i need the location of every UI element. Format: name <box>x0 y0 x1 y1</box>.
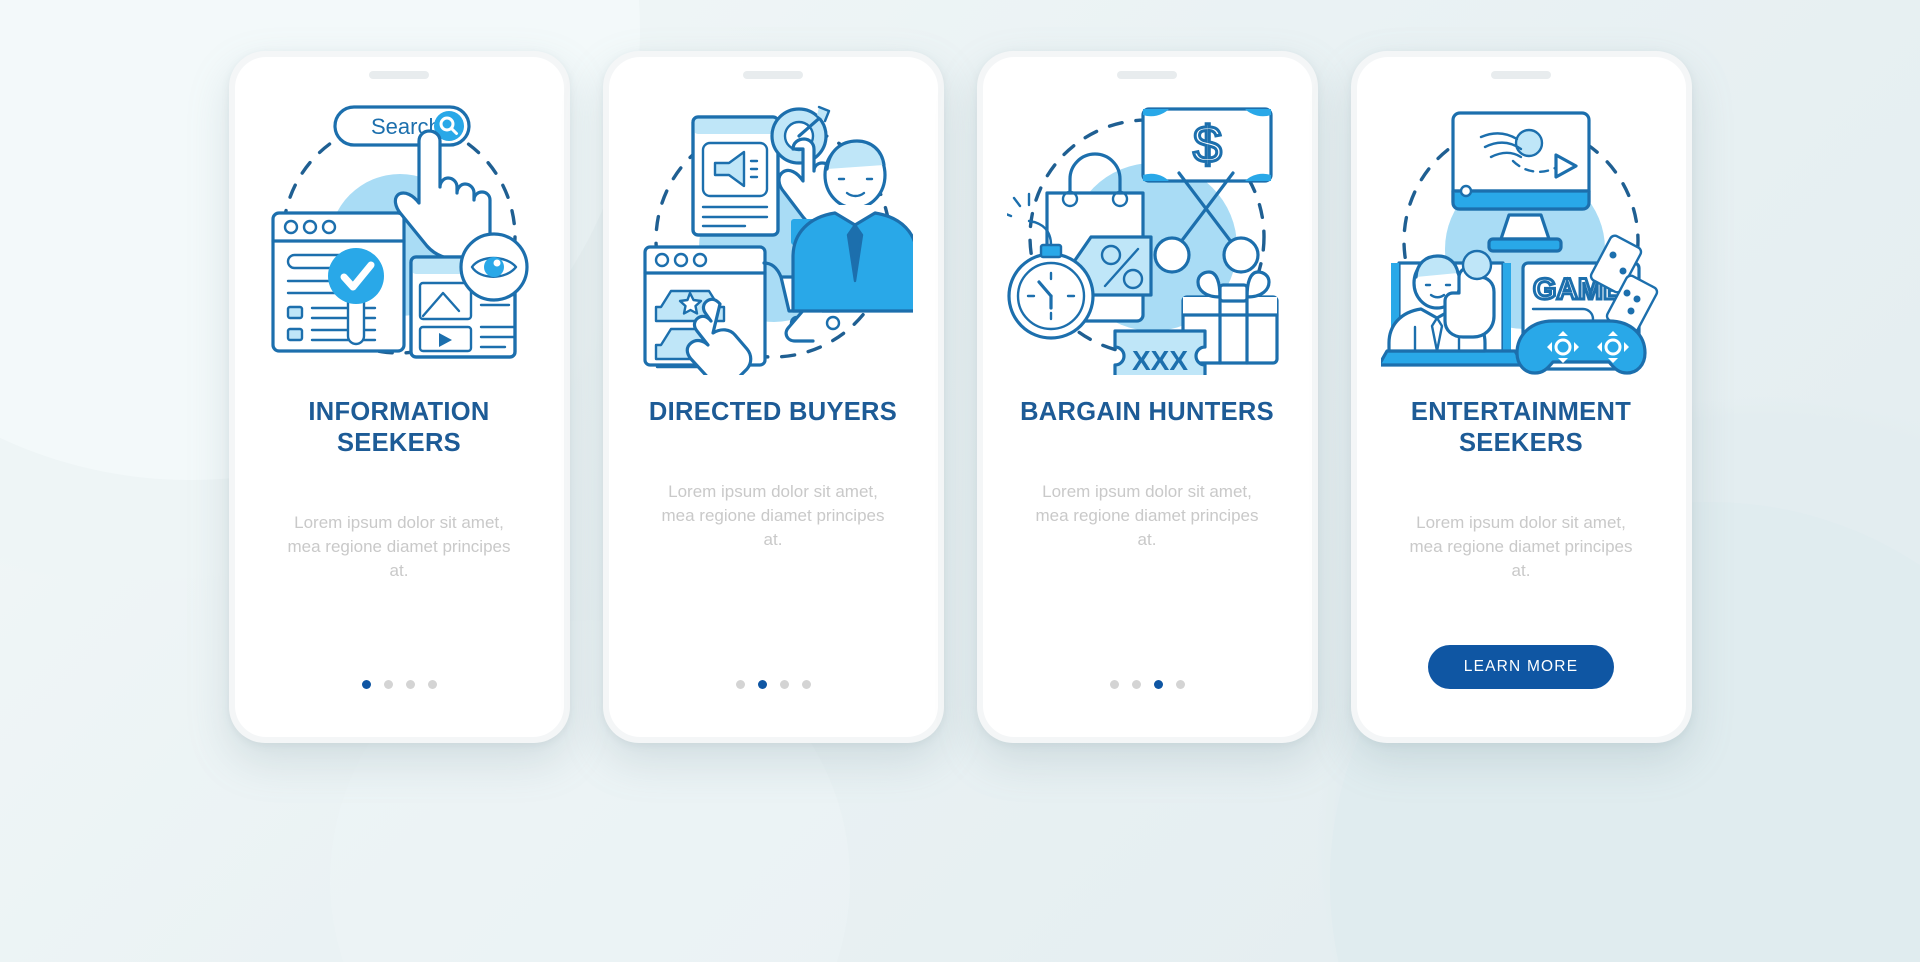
screen-body-text: Lorem ipsum dolor sit amet, mea regione … <box>1035 482 1259 550</box>
phone-card-directed-buyers[interactable]: $ <box>602 51 944 743</box>
pagination-dot-3[interactable] <box>779 680 789 689</box>
screen-footer <box>735 680 811 689</box>
screen-footer <box>1109 680 1185 689</box>
illustration-discount-sale: $ XXX <box>1007 95 1287 375</box>
screen-information-seekers: Search INFORMATION SEEKERS Lorem ipsum d… <box>234 57 564 737</box>
svg-text:XXX: XXX <box>1132 345 1188 375</box>
pagination-dot-2[interactable] <box>383 680 393 689</box>
screen-directed-buyers: $ <box>608 57 938 737</box>
screen-title: ENTERTAINMENT SEEKERS <box>1410 398 1632 458</box>
phone-speaker-grille <box>743 71 803 79</box>
screen-title: BARGAIN HUNTERS <box>1020 398 1274 426</box>
phone-speaker-grille <box>1491 71 1551 79</box>
screen-entertainment-seekers: GAME ENTERTAINMENT SEEKERS Lorem ipsum d… <box>1356 57 1686 737</box>
phone-card-list: Search INFORMATION SEEKERS Lorem ipsum d… <box>0 0 1920 743</box>
screen-footer <box>361 680 437 689</box>
screen-footer: LEARN MORE <box>1427 645 1615 689</box>
screen-title: DIRECTED BUYERS <box>648 398 898 426</box>
phone-card-entertainment-seekers[interactable]: GAME ENTERTAINMENT SEEKERS Lorem ipsum d… <box>1350 51 1692 743</box>
pagination-dots[interactable] <box>735 680 811 689</box>
pagination-dot-3[interactable] <box>405 680 415 689</box>
pagination-dots[interactable] <box>1109 680 1185 689</box>
pagination-dots[interactable] <box>361 680 437 689</box>
illustration-search-browsing: Search <box>259 95 539 375</box>
screen-body-text: Lorem ipsum dolor sit amet, mea regione … <box>1409 513 1633 581</box>
pagination-dot-4[interactable] <box>1175 680 1185 689</box>
phone-speaker-grille <box>369 71 429 79</box>
pagination-dot-2[interactable] <box>757 680 767 689</box>
pagination-dot-4[interactable] <box>801 680 811 689</box>
phone-card-bargain-hunters[interactable]: $ XXX BARGAIN HUNTERS Lorem ipsum dolor … <box>976 51 1318 743</box>
pagination-dot-1[interactable] <box>735 680 745 689</box>
pagination-dot-1[interactable] <box>361 680 371 689</box>
pagination-dot-2[interactable] <box>1131 680 1141 689</box>
screen-body-text: Lorem ipsum dolor sit amet, mea regione … <box>661 482 885 550</box>
screen-bargain-hunters: $ XXX BARGAIN HUNTERS Lorem ipsum dolor … <box>982 57 1312 737</box>
illustration-target-shopping: $ <box>633 95 913 375</box>
illustration-media-gaming: GAME <box>1381 95 1661 375</box>
screen-title: INFORMATION SEEKERS <box>308 398 490 458</box>
pagination-dot-3[interactable] <box>1153 680 1163 689</box>
pagination-dot-4[interactable] <box>427 680 437 689</box>
learn-more-button[interactable]: LEARN MORE <box>1427 645 1615 689</box>
phone-card-information-seekers[interactable]: Search INFORMATION SEEKERS Lorem ipsum d… <box>228 51 570 743</box>
screen-body-text: Lorem ipsum dolor sit amet, mea regione … <box>287 513 511 581</box>
onboarding-screens-stage: Search INFORMATION SEEKERS Lorem ipsum d… <box>0 0 1920 962</box>
pagination-dot-1[interactable] <box>1109 680 1119 689</box>
phone-speaker-grille <box>1117 71 1177 79</box>
svg-text:$: $ <box>1193 116 1222 174</box>
